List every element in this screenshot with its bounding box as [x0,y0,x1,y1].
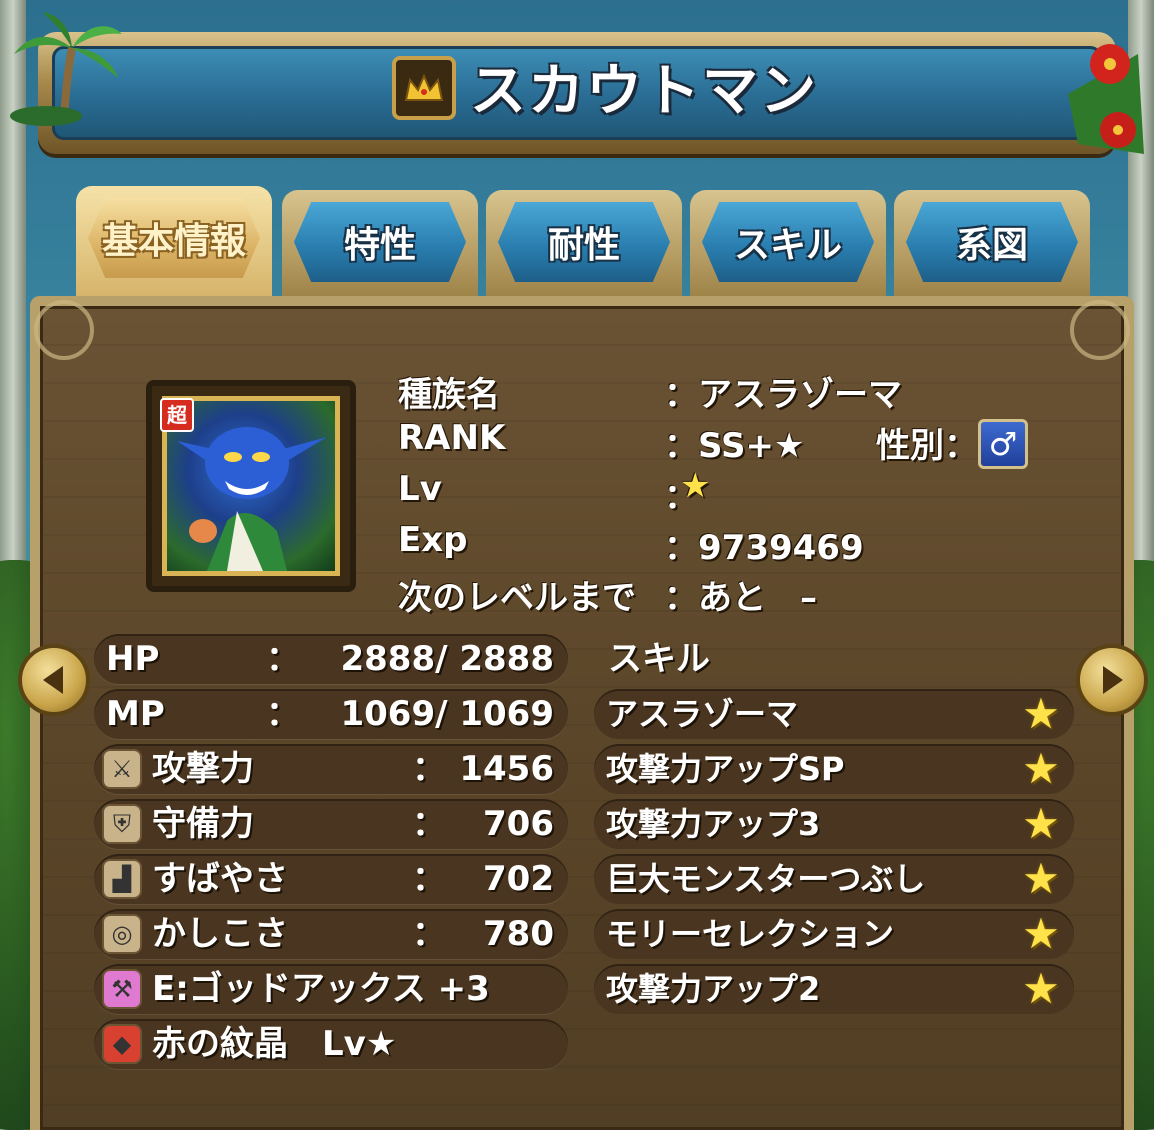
exp-label: Exp [398,520,468,560]
speed-label: すばやさ [152,859,288,899]
hp-value: 2888/ 2888 [340,639,554,679]
species-value: ：アスラゾーマ [664,375,902,415]
skill-star-icon: ★ [1022,964,1060,1013]
wisdom-value: 780 [483,914,554,954]
stat-row-speed: ▟ すばやさ ： 702 [94,854,568,904]
skills-title: スキル [608,639,710,679]
necklace-icon: ◎ [102,914,142,954]
next-level-label: 次のレベルまで [398,578,636,618]
species-label: 種族名 [398,375,500,415]
level-label: Lv [398,469,442,509]
shield-icon: ⛨ [102,804,142,844]
skill-name: 攻撃力アップSP [606,750,845,788]
tab-traits[interactable]: 特性 [282,190,478,296]
hibiscus-flower-icon [1068,44,1144,154]
boots-icon: ▟ [102,859,142,899]
hp-separator: ： [266,639,300,679]
equipment-label: E:ゴッドアックス +3 [152,969,490,1009]
exp-value: ：9739469 [664,528,864,568]
skill-star-icon: ★ [1022,909,1060,958]
tab-resistance-label: 耐性 [498,202,670,282]
skill-name: 巨大モンスターつぶし [606,860,926,898]
gender-male-icon: ♂ [978,419,1028,469]
stat-row-wisdom: ◎ かしこさ ： 780 [94,909,568,959]
crest-label: 赤の紋晶 Lv★ [152,1024,397,1064]
wisdom-label: かしこさ [152,914,288,954]
skill-star-icon: ★ [1022,799,1060,848]
stat-row-mp: MP ： 1069/ 1069 [94,689,568,739]
tab-traits-label: 特性 [294,202,466,282]
level-star-icon: ★ [680,466,711,506]
tab-basic-info[interactable]: 基本情報 [76,186,272,298]
skill-star-icon: ★ [1022,744,1060,793]
ornament-corner-icon [1070,300,1130,360]
skill-row[interactable]: 巨大モンスターつぶし ★ [594,854,1074,904]
skill-star-icon: ★ [1022,689,1060,738]
mp-separator: ： [266,694,300,734]
skill-row[interactable]: 攻撃力アップSP ★ [594,744,1074,794]
previous-monster-button[interactable] [18,644,90,716]
stat-row-attack: ⚔ 攻撃力 ： 1456 [94,744,568,794]
stat-row-hp: HP ： 2888/ 2888 [94,634,568,684]
skill-name: モリーセレクション [606,915,895,953]
skill-row[interactable]: 攻撃力アップ3 ★ [594,799,1074,849]
skill-name: 攻撃力アップ3 [606,805,821,843]
next-level-value: ：あと – [664,578,817,618]
equipment-row[interactable]: ⚒ E:ゴッドアックス +3 [94,964,568,1014]
page-title: スカウトマン [470,59,818,124]
skill-row[interactable]: 攻撃力アップ2 ★ [594,964,1074,1014]
rank-value: ：SS+★ [664,426,805,466]
mp-label: MP [106,694,165,734]
hp-label: HP [106,639,160,679]
mp-value: 1069/ 1069 [340,694,554,734]
tab-family-tree-label: 系図 [906,202,1078,282]
tab-skills[interactable]: スキル [690,190,886,296]
skill-row[interactable]: アスラゾーマ ★ [594,689,1074,739]
sword-icon: ⚔ [102,749,142,789]
crest-row[interactable]: ◆ 赤の紋晶 Lv★ [94,1019,568,1069]
wisdom-separator: ： [412,914,446,954]
skill-star-icon: ★ [1022,854,1060,903]
skill-name: 攻撃力アップ2 [606,970,821,1008]
crown-icon [392,56,456,120]
tab-basic-info-label: 基本情報 [88,198,260,278]
speed-value: 702 [483,859,554,899]
next-monster-button[interactable] [1076,644,1148,716]
triangle-right-icon [1103,666,1123,694]
red-crest-icon: ◆ [102,1024,142,1064]
triangle-left-icon [43,666,63,694]
skill-name: アスラゾーマ [606,695,799,733]
tab-family-tree[interactable]: 系図 [894,190,1090,296]
skill-row[interactable]: モリーセレクション ★ [594,909,1074,959]
super-rank-badge: 超 [160,398,194,432]
gender-label: 性別： [876,426,978,466]
tab-skills-label: スキル [702,202,874,282]
defense-label: 守備力 [152,804,254,844]
attack-separator: ： [412,749,446,789]
attack-label: 攻撃力 [152,749,254,789]
palm-tree-icon [10,12,122,126]
rank-label: RANK [398,418,506,458]
stat-row-defense: ⛨ 守備力 ： 706 [94,799,568,849]
ornament-corner-icon [34,300,94,360]
defense-value: 706 [483,804,554,844]
tab-resistance[interactable]: 耐性 [486,190,682,296]
speed-separator: ： [412,859,446,899]
defense-separator: ： [412,804,446,844]
axe-icon: ⚒ [102,969,142,1009]
attack-value: 1456 [459,749,554,789]
